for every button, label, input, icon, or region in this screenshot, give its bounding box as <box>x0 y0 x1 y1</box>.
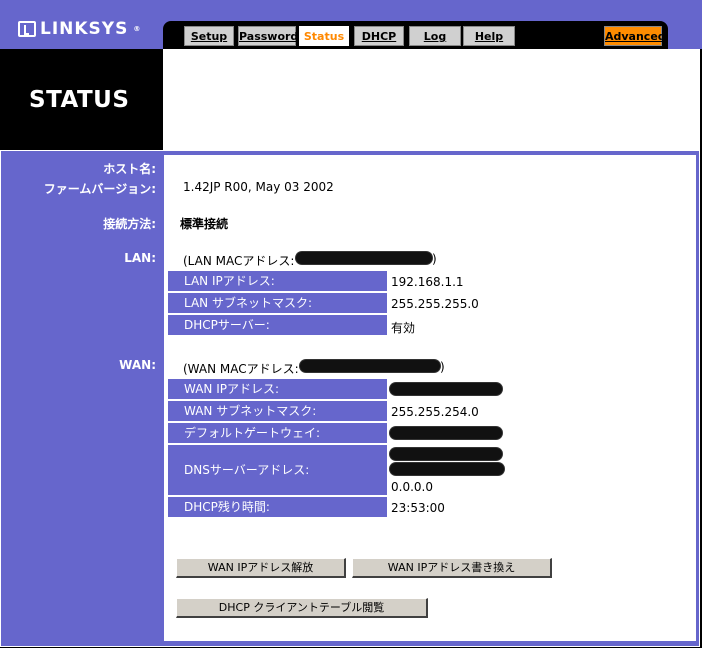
connection-value: 標準接続 <box>180 217 229 231</box>
linksys-logo: LINKSYS ® <box>18 19 141 39</box>
tab-setup[interactable]: Setup <box>184 26 234 46</box>
tab-password[interactable]: Password <box>238 26 298 46</box>
lan-mac-redacted <box>296 252 432 264</box>
host-name-label: ホスト名: <box>103 162 156 176</box>
lan-subnet-label: LAN サブネットマスク: <box>168 293 387 313</box>
header-bar: LINKSYS ® Setup Password Status DHCP Log … <box>0 0 702 49</box>
wan-ip-redacted <box>390 383 502 395</box>
wan-mac-redacted <box>300 360 440 372</box>
gateway-redacted <box>390 427 502 439</box>
lan-label: LAN: <box>124 251 156 265</box>
lan-subnet-value: 255.255.255.0 <box>391 297 479 311</box>
renew-wan-ip-button[interactable]: WAN IPアドレス書き換え <box>352 558 552 578</box>
dns-1-redacted <box>390 448 502 460</box>
brand-reg: ® <box>133 25 142 33</box>
wan-subnet-value: 255.255.254.0 <box>391 405 479 419</box>
wan-label: WAN: <box>119 358 156 372</box>
dhcp-lease-label: DHCP残り時間: <box>168 497 387 517</box>
page-title: STATUS <box>29 87 130 113</box>
wan-subnet-label: WAN サブネットマスク: <box>168 401 387 421</box>
dns-3-value: 0.0.0.0 <box>391 480 433 494</box>
wan-ip-label: WAN IPアドレス: <box>168 379 387 399</box>
dns-label: DNSサーバーアドレス: <box>168 445 387 495</box>
dhcp-client-table-button[interactable]: DHCP クライアントテーブル閲覧 <box>176 598 428 618</box>
lan-mac-suffix: ) <box>432 252 437 266</box>
wan-mac-suffix: ) <box>440 360 445 374</box>
connection-label: 接続方法: <box>103 217 156 231</box>
release-wan-ip-button[interactable]: WAN IPアドレス解放 <box>176 558 346 578</box>
gateway-label: デフォルトゲートウェイ: <box>168 423 387 443</box>
wan-mac-prefix: (WAN MACアドレス: <box>183 362 299 376</box>
title-banner-area <box>163 49 700 150</box>
lan-ip-value: 192.168.1.1 <box>391 275 464 289</box>
firmware-value: 1.42JP R00, May 03 2002 <box>183 180 334 194</box>
tab-dhcp[interactable]: DHCP <box>354 26 404 46</box>
dhcp-server-label: DHCPサーバー: <box>168 315 387 335</box>
tab-status[interactable]: Status <box>299 26 349 46</box>
brand-name: LINKSYS <box>40 19 129 39</box>
dns-2-redacted <box>390 463 504 475</box>
tab-strip: Setup Password Status DHCP Log Help Adva… <box>163 21 668 49</box>
firmware-label: ファームバージョン: <box>43 182 156 196</box>
page-title-block: STATUS <box>0 49 163 150</box>
tab-advanced[interactable]: Advanced <box>604 26 666 46</box>
dhcp-server-value: 有効 <box>391 321 416 335</box>
tab-log[interactable]: Log <box>409 26 461 46</box>
linksys-logo-icon <box>18 21 36 37</box>
tab-help[interactable]: Help <box>463 26 515 46</box>
lan-mac-prefix: (LAN MACアドレス: <box>183 254 295 268</box>
lan-ip-label: LAN IPアドレス: <box>168 271 387 291</box>
dhcp-lease-value: 23:53:00 <box>391 501 445 515</box>
